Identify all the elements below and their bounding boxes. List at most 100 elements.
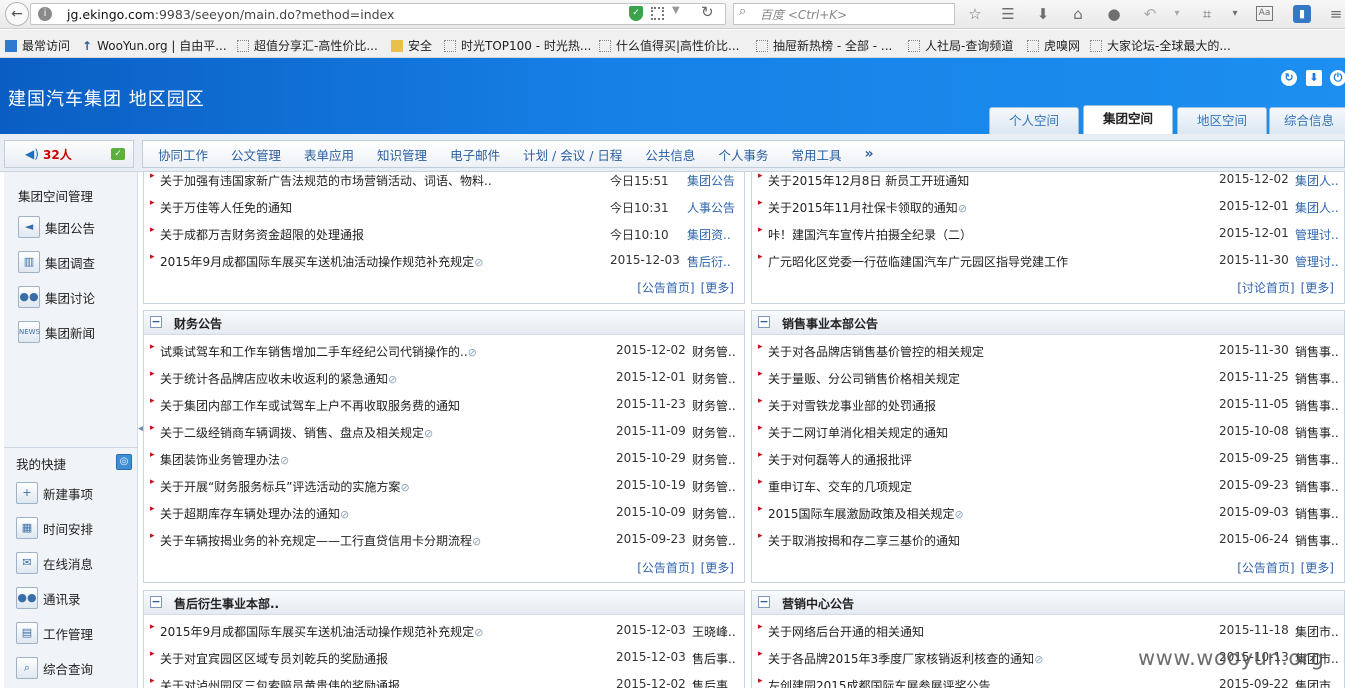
item-title[interactable]: 关于集团内部工作车或试驾车上户不再收取服务费的通知 — [160, 397, 460, 414]
crop-icon[interactable]: ⌗ — [1198, 5, 1216, 23]
item-category[interactable]: 人事公告 — [687, 199, 735, 216]
menu-plan-meeting[interactable]: 计划 / 会议 / 日程 — [523, 145, 622, 164]
list-item[interactable]: ▸ 2015年9月成都国际车展买车送机油活动操作规范补充规定⊘ 2015-12-03… — [144, 617, 744, 644]
bookmark-item[interactable]: 超值分享汇-高性价比... — [237, 37, 378, 54]
list-item[interactable]: ▸ 2015国际车展激励政策及相关规定⊘ 2015-09-03 销售事.. — [752, 499, 1344, 526]
item-category[interactable]: 管理讨.. — [1295, 226, 1339, 243]
chat-icon[interactable]: ● — [1105, 5, 1123, 23]
chevron-down-icon[interactable]: ▼ — [672, 5, 680, 16]
list-item[interactable]: ▸ 关于2015年12月8日 新员工开班通知 2015-12-02 集团人.. — [752, 172, 1344, 193]
item-category[interactable]: 售后事.. — [692, 650, 736, 667]
item-title[interactable]: 关于二网订单消化相关规定的通知 — [768, 424, 948, 441]
list-item[interactable]: ▸ 关于开展“财务服务标兵”评选活动的实施方案⊘ 2015-10-19 财务管.. — [144, 472, 744, 499]
menu-forms[interactable]: 表单应用 — [304, 145, 354, 164]
bookmark-item[interactable]: 大家论坛-全球最大的... — [1090, 37, 1231, 54]
tab-general-info[interactable]: 综合信息 — [1269, 107, 1345, 134]
item-title[interactable]: 关于成都万吉财务资金超限的处理通报 — [160, 226, 364, 243]
refresh-icon[interactable]: ↻ — [1281, 70, 1297, 86]
bookmark-item[interactable]: 抽屉新热榜 - 全部 - ... — [756, 37, 892, 54]
item-title[interactable]: 关于开展“财务服务标兵”评选活动的实施方案⊘ — [160, 478, 410, 495]
item-title[interactable]: 关于对泸州园区三包索赔员黄贵伟的奖励通报 — [160, 677, 400, 688]
tab-personal-space[interactable]: 个人空间 — [989, 107, 1079, 134]
list-item[interactable]: ▸ 关于统计各品牌店应收未收返利的紧急通知⊘ 2015-12-01 财务管.. — [144, 364, 744, 391]
item-title[interactable]: 关于车辆按揭业务的补充规定——工行直贷信用卡分期流程⊘ — [160, 532, 481, 549]
list-item[interactable]: ▸ 关于二网订单消化相关规定的通知 2015-10-08 销售事.. — [752, 418, 1344, 445]
sidebar-item-contacts[interactable]: ●● 通讯录 — [16, 587, 81, 609]
item-title[interactable]: 关于万佳等人任免的通知 — [160, 199, 292, 216]
list-item[interactable]: ▸ 关于对何磊等人的通报批评 2015-09-25 销售事.. — [752, 445, 1344, 472]
item-category[interactable]: 财务管.. — [692, 424, 736, 441]
item-category[interactable]: 王晓峰.. — [692, 623, 736, 640]
menu-collaboration[interactable]: 协同工作 — [158, 145, 208, 164]
item-title[interactable]: 关于对雪铁龙事业部的处罚通报 — [768, 397, 936, 414]
list-item[interactable]: ▸ 关于加强有违国家新广告法规范的市场营销活动、词语、物料.. 今日15:51 集团公… — [144, 172, 744, 193]
item-title[interactable]: 关于对宜宾园区区域专员刘乾兵的奖励通报 — [160, 650, 388, 667]
item-title[interactable]: 关于二级经销商车辆调拨、销售、盘点及相关规定⊘ — [160, 424, 433, 441]
collapse-icon[interactable]: − — [150, 316, 162, 328]
reload-icon[interactable]: ↻ — [701, 3, 714, 21]
home-icon[interactable]: ⌂ — [1069, 5, 1087, 23]
item-title[interactable]: 重申订车、交车的几项规定 — [768, 478, 912, 495]
list-item[interactable]: ▸ 关于万佳等人任免的通知 今日10:31 人事公告 — [144, 193, 744, 220]
item-category[interactable]: 集团市.. — [1295, 677, 1339, 688]
item-title[interactable]: 关于量贩、分公司销售价格相关规定 — [768, 370, 960, 387]
sidebar-item-news[interactable]: NEWS 集团新闻 — [18, 321, 95, 343]
item-title[interactable]: 关于取消按揭和存二享三基价的通知 — [768, 532, 960, 549]
item-title[interactable]: 左创建园2015成都国际车展参展评奖公告 — [768, 677, 991, 688]
item-category[interactable]: 财务管.. — [692, 532, 736, 549]
list-item[interactable]: ▸ 关于超期库存车辆处理办法的通知⊘ 2015-10-09 财务管.. — [144, 499, 744, 526]
menu-email[interactable]: 电子邮件 — [450, 145, 500, 164]
item-category[interactable]: 销售事.. — [1295, 397, 1339, 414]
star-icon[interactable]: ☆ — [966, 5, 984, 23]
list-item[interactable]: ▸ 关于集团内部工作车或试驾车上户不再收取服务费的通知 2015-11-23 财务管.… — [144, 391, 744, 418]
item-category[interactable]: 销售事.. — [1295, 478, 1339, 495]
item-title[interactable]: 关于2015年11月社保卡领取的通知⊘ — [768, 199, 967, 216]
more-link[interactable]: [更多] — [701, 561, 734, 575]
item-title[interactable]: 集团装饰业务管理办法⊘ — [160, 451, 289, 468]
item-title[interactable]: 2015年9月成都国际车展买车送机油活动操作规范补充规定⊘ — [160, 623, 483, 640]
list-item[interactable]: ▸ 集团装饰业务管理办法⊘ 2015-10-29 财务管.. — [144, 445, 744, 472]
more-link[interactable]: [更多] — [701, 281, 734, 295]
list-item[interactable]: ▸ 关于对雪铁龙事业部的处罚通报 2015-11-05 销售事.. — [752, 391, 1344, 418]
item-category[interactable]: 集团人.. — [1295, 172, 1339, 189]
item-title[interactable]: 关于超期库存车辆处理办法的通知⊘ — [160, 505, 349, 522]
item-category[interactable]: 财务管.. — [692, 478, 736, 495]
list-item[interactable]: ▸ 重申订车、交车的几项规定 2015-09-23 销售事.. — [752, 472, 1344, 499]
home-link[interactable]: [公告首页] — [637, 561, 694, 575]
collapse-icon[interactable]: − — [150, 596, 162, 608]
logout-icon[interactable]: ⏻ — [1330, 70, 1345, 86]
list-item[interactable]: ▸ 关于二级经销商车辆调拨、销售、盘点及相关规定⊘ 2015-11-09 财务管.. — [144, 418, 744, 445]
sidebar-item-survey[interactable]: ▥ 集团调查 — [18, 251, 95, 273]
list-item[interactable]: ▸ 关于网络后台开通的相关通知 2015-11-18 集团市.. — [752, 617, 1344, 644]
menu-personal[interactable]: 个人事务 — [718, 145, 768, 164]
item-category[interactable]: 售后衍.. — [687, 253, 731, 270]
item-category[interactable]: 财务管.. — [692, 397, 736, 414]
translate-icon[interactable]: Aa — [1256, 6, 1273, 21]
item-category[interactable]: 销售事.. — [1295, 424, 1339, 441]
back-button[interactable]: ← — [5, 2, 29, 26]
item-title[interactable]: 关于加强有违国家新广告法规范的市场营销活动、词语、物料.. — [160, 172, 492, 189]
item-category[interactable]: 集团人.. — [1295, 199, 1339, 216]
settings-icon[interactable]: ◎ — [116, 454, 132, 470]
home-link[interactable]: [讨论首页] — [1237, 281, 1294, 295]
bookmark-item[interactable]: ↑ WooYun.org | 自由平... — [82, 37, 227, 54]
more-link[interactable]: [更多] — [1301, 561, 1334, 575]
item-title[interactable]: 关于各品牌2015年3季度厂家核销返利核查的通知⊘ — [768, 650, 1043, 667]
list-item[interactable]: ▸ 关于量贩、分公司销售价格相关规定 2015-11-25 销售事.. — [752, 364, 1344, 391]
item-title[interactable]: 关于对各品牌店销售基价管控的相关规定 — [768, 343, 984, 360]
sidebar-item-messages[interactable]: ✉ 在线消息 — [16, 552, 93, 574]
sidebar-item-announcement[interactable]: ◄ 集团公告 — [18, 216, 95, 238]
item-category[interactable]: 财务管.. — [692, 343, 736, 360]
info-icon[interactable]: i — [38, 7, 52, 21]
sidebar-item-work-management[interactable]: ▤ 工作管理 — [16, 622, 93, 644]
status-icon[interactable]: ✓ — [111, 148, 125, 160]
item-category[interactable]: 售后事.. — [692, 677, 736, 688]
sidebar-item-discussion[interactable]: ●● 集团讨论 — [18, 286, 95, 308]
item-title[interactable]: 关于统计各品牌店应收未收返利的紧急通知⊘ — [160, 370, 397, 387]
home-link[interactable]: [公告首页] — [637, 281, 694, 295]
more-link[interactable]: [更多] — [1301, 281, 1334, 295]
phone-icon[interactable]: ▮ — [1293, 5, 1311, 23]
download-icon[interactable]: ⬇ — [1306, 70, 1322, 86]
item-title[interactable]: 关于网络后台开通的相关通知 — [768, 623, 924, 640]
menu-public-info[interactable]: 公共信息 — [645, 145, 695, 164]
